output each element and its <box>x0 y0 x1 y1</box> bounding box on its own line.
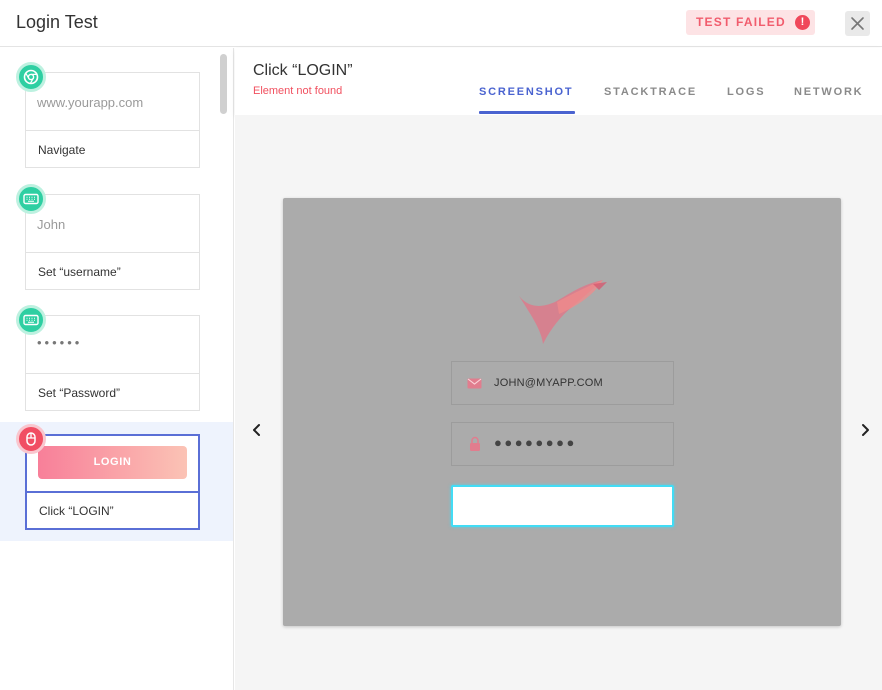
username-preview: John <box>37 217 66 232</box>
password-preview: •••••• <box>37 335 83 350</box>
tab-stacktrace[interactable]: STACKTRACE <box>604 86 697 98</box>
screenshot-email-value: JOHN@MYAPP.COM <box>494 377 603 389</box>
active-tab-indicator <box>479 111 575 114</box>
error-info-button[interactable]: ! <box>790 10 815 35</box>
page-title: Login Test <box>16 12 98 32</box>
screenshot-viewer: JOHN@MYAPP.COM ●●●●●●●● <box>235 115 882 690</box>
step-card[interactable]: John Set “username” <box>25 194 200 290</box>
status-badge: TEST FAILED <box>686 10 796 35</box>
step-label: Set “Password” <box>38 386 121 400</box>
step-preview: www.yourapp.com <box>26 73 199 131</box>
mouse-icon <box>16 424 46 454</box>
login-preview-button: LOGIN <box>38 446 187 479</box>
next-button[interactable] <box>857 422 873 438</box>
step-card[interactable]: www.yourapp.com Navigate <box>25 72 200 168</box>
step-item-username[interactable]: John Set “username” <box>0 182 233 306</box>
chevron-right-icon <box>862 424 869 436</box>
step-item-click-login[interactable]: LOGIN Click “LOGIN” <box>0 422 233 541</box>
keyboard-icon <box>16 184 46 214</box>
step-label: Navigate <box>38 143 86 157</box>
mail-icon <box>467 378 482 389</box>
url-preview: www.yourapp.com <box>37 95 144 110</box>
tab-network[interactable]: NETWORK <box>794 86 863 98</box>
step-item-password[interactable]: •••••• Set “Password” <box>0 303 233 427</box>
captured-screenshot: JOHN@MYAPP.COM ●●●●●●●● <box>283 198 841 626</box>
step-label: Click “LOGIN” <box>39 504 114 518</box>
error-message: Element not found <box>253 85 343 97</box>
step-item-navigate[interactable]: www.yourapp.com Navigate <box>0 60 233 184</box>
keyboard-icon <box>16 305 46 335</box>
step-card[interactable]: •••••• Set “Password” <box>25 315 200 411</box>
error-icon: ! <box>795 15 810 30</box>
tab-screenshot[interactable]: SCREENSHOT <box>479 86 573 98</box>
screenshot-password-value: ●●●●●●●● <box>494 435 577 450</box>
chevron-left-icon <box>253 424 260 436</box>
tab-logs[interactable]: LOGS <box>727 86 765 98</box>
bird-logo-icon <box>519 280 607 344</box>
close-icon <box>851 17 864 30</box>
screenshot-email-field: JOHN@MYAPP.COM <box>451 361 674 405</box>
step-preview: •••••• <box>26 316 199 374</box>
steps-sidebar: www.yourapp.com Navigate John Set “usern… <box>0 48 234 690</box>
step-preview: John <box>26 195 199 253</box>
step-preview: LOGIN <box>27 436 198 493</box>
highlighted-element <box>451 485 674 527</box>
step-title: Click “LOGIN” <box>253 62 353 79</box>
screenshot-password-field: ●●●●●●●● <box>451 422 674 466</box>
lock-icon <box>470 436 480 451</box>
chrome-icon <box>16 62 46 92</box>
step-detail-header: Click “LOGIN” Element not found SCREENSH… <box>235 48 882 115</box>
previous-button[interactable] <box>249 422 265 438</box>
step-label: Set “username” <box>38 265 121 279</box>
close-button[interactable] <box>845 11 870 36</box>
header: Login Test TEST FAILED ! <box>0 0 882 47</box>
step-card[interactable]: LOGIN Click “LOGIN” <box>25 434 200 530</box>
